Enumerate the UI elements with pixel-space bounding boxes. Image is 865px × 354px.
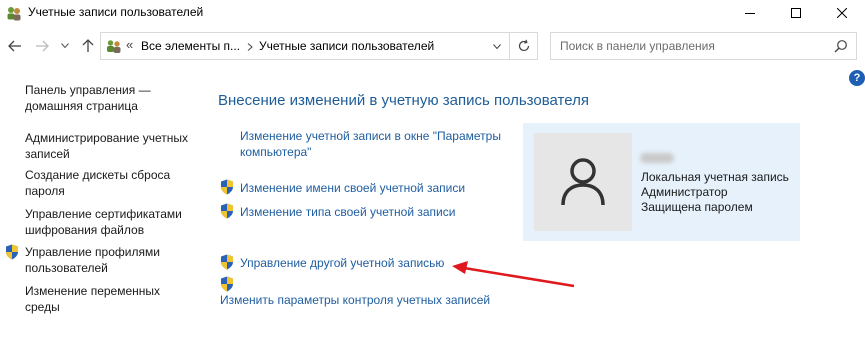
close-button[interactable] bbox=[819, 0, 865, 26]
address-overflow[interactable]: « bbox=[126, 37, 133, 52]
sidebar-item-manage-accounts[interactable]: Администрирование учетных записей bbox=[25, 130, 205, 162]
sidebar-item-label: пользователей bbox=[25, 261, 108, 275]
search-icon[interactable] bbox=[834, 39, 848, 53]
uac-shield-icon bbox=[221, 276, 233, 292]
up-button[interactable] bbox=[79, 37, 97, 55]
sidebar-item-environment-variables[interactable]: Изменение переменных среды bbox=[25, 283, 205, 315]
annotation-arrow bbox=[452, 261, 575, 288]
arrow-up-icon bbox=[82, 39, 94, 52]
maximize-button[interactable] bbox=[773, 0, 819, 26]
sidebar-item-label: Изменение переменных bbox=[25, 284, 161, 298]
address-bar[interactable]: « Все элементы п... Учетные записи польз… bbox=[100, 32, 538, 60]
account-role-label: Администратор bbox=[641, 185, 728, 199]
user-icon bbox=[561, 158, 605, 206]
user-accounts-icon bbox=[7, 7, 21, 21]
breadcrumb-all-items[interactable]: Все элементы п... bbox=[141, 39, 240, 53]
link-label: компьютера" bbox=[240, 145, 312, 159]
sidebar-item-label: шифрования файлов bbox=[25, 223, 145, 237]
sidebar-item-password-reset-disk[interactable]: Создание дискеты сброса пароля bbox=[25, 167, 205, 199]
chevron-down-icon bbox=[61, 43, 69, 49]
change-account-name-link[interactable]: Изменение имени своей учетной записи bbox=[240, 180, 465, 196]
search-box[interactable]: Поиск в панели управления bbox=[550, 32, 857, 60]
chevron-right-icon bbox=[247, 43, 253, 51]
minimize-button[interactable] bbox=[727, 0, 773, 26]
sidebar-item-user-profiles[interactable]: Управление профилями пользователей bbox=[25, 244, 205, 276]
sidebar-item-label: Управление профилями bbox=[25, 245, 160, 259]
forward-button[interactable] bbox=[33, 37, 51, 55]
recent-locations-button[interactable] bbox=[59, 37, 71, 55]
help-button[interactable]: ? bbox=[849, 70, 865, 86]
uac-shield-icon bbox=[221, 179, 233, 195]
maximize-icon bbox=[791, 8, 801, 18]
sidebar-item-control-panel-home[interactable]: Панель управления — домашняя страница bbox=[25, 82, 205, 114]
sidebar-item-label: Панель управления — bbox=[25, 83, 151, 97]
manage-another-account-link[interactable]: Управление другой учетной записью bbox=[240, 255, 444, 271]
sidebar-item-label: среды bbox=[25, 300, 60, 314]
sidebar-item-label: пароля bbox=[25, 184, 65, 198]
arrow-left-icon bbox=[8, 40, 21, 52]
sidebar-item-label: Управление сертификатами bbox=[25, 207, 182, 221]
page-title: Внесение изменений в учетную запись поль… bbox=[218, 92, 589, 109]
close-icon bbox=[837, 8, 847, 18]
breadcrumb-user-accounts[interactable]: Учетные записи пользователей bbox=[259, 39, 434, 53]
sidebar-item-label: Администрирование учетных bbox=[25, 131, 189, 145]
title-bar: Учетные записи пользователей bbox=[0, 0, 865, 26]
refresh-icon bbox=[518, 39, 530, 52]
uac-shield-icon bbox=[6, 244, 18, 260]
arrow-right-icon bbox=[36, 40, 49, 52]
account-password-status: Защищена паролем bbox=[641, 200, 753, 214]
account-type-label: Локальная учетная запись bbox=[641, 170, 789, 184]
search-placeholder[interactable]: Поиск в панели управления bbox=[560, 39, 715, 53]
uac-settings-link[interactable]: Изменить параметры контроля учетных запи… bbox=[220, 292, 490, 308]
sidebar-item-label: Создание дискеты сброса bbox=[25, 168, 171, 182]
sidebar-item-label: записей bbox=[25, 147, 70, 161]
address-dropdown-icon[interactable] bbox=[493, 44, 501, 50]
blurred-account-name bbox=[640, 153, 674, 163]
uac-shield-icon bbox=[221, 203, 233, 219]
change-account-in-settings-link[interactable]: Изменение учетной записи в окне "Парамет… bbox=[240, 128, 501, 160]
control-panel-icon bbox=[107, 40, 121, 53]
change-account-type-link[interactable]: Изменение типа своей учетной записи bbox=[240, 204, 455, 220]
avatar bbox=[534, 133, 632, 231]
minimize-icon bbox=[745, 13, 755, 14]
window-title: Учетные записи пользователей bbox=[28, 5, 204, 19]
back-button[interactable] bbox=[6, 37, 24, 55]
link-label: Изменение учетной записи в окне "Парамет… bbox=[240, 129, 501, 143]
sidebar-item-label: домашняя страница bbox=[25, 99, 138, 113]
sidebar-item-encryption-certificates[interactable]: Управление сертификатами шифрования файл… bbox=[25, 206, 205, 238]
uac-shield-icon bbox=[221, 254, 233, 270]
refresh-button[interactable] bbox=[509, 32, 538, 60]
